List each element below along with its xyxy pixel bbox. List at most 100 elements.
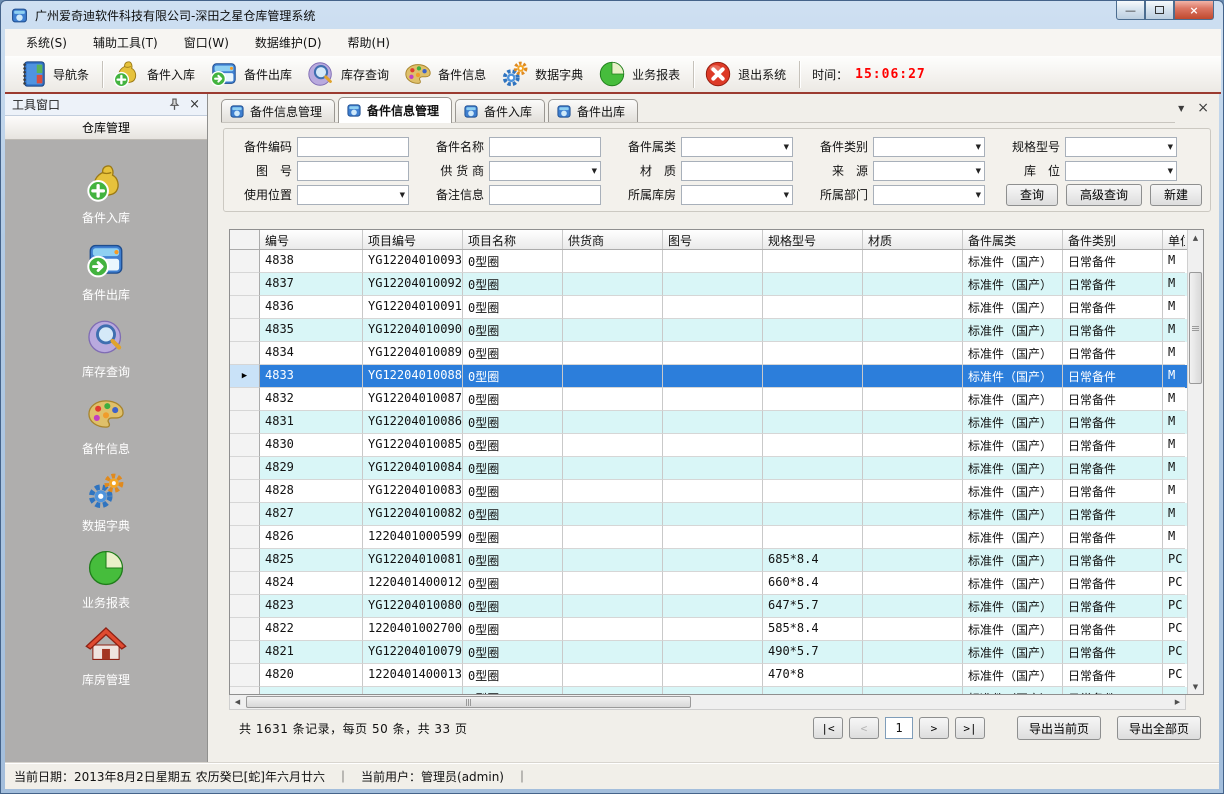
tab[interactable]: 备件出库 [548,99,638,122]
sidebar-item[interactable]: 库房管理 [82,624,130,688]
row-selector-cell[interactable] [230,664,260,687]
sidebar-item[interactable]: 业务报表 [82,547,130,611]
first-page-button[interactable]: |< [813,717,843,739]
close-button[interactable]: × [1174,1,1214,20]
pin-icon[interactable] [168,98,181,111]
table-row[interactable]: 482212204010027000型圈585*8.4标准件（国产）日常备件PC [230,618,1187,641]
sidebar-item[interactable]: 库存查询 [82,316,130,380]
row-selector-cell[interactable] [230,549,260,572]
dropdown[interactable]: ▼ [681,185,793,205]
menu-item[interactable]: 数据维护(D) [244,30,333,55]
tab[interactable]: 备件信息管理 [221,99,335,122]
row-selector-cell[interactable] [230,296,260,319]
column-header[interactable]: 材质 [863,230,963,249]
row-selector-cell[interactable] [230,641,260,664]
toolbar-button[interactable]: 备件出库 [204,57,301,91]
maximize-button[interactable] [1145,1,1174,20]
toolbar-button[interactable]: 退出系统 [698,57,795,91]
toolbar-button[interactable]: 库存查询 [301,57,398,91]
dropdown[interactable]: ▼ [873,161,985,181]
column-header[interactable]: 规格型号 [763,230,863,249]
row-selector-cell[interactable] [230,526,260,549]
row-selector-cell[interactable] [230,503,260,526]
advanced-query-button[interactable]: 高级查询 [1066,184,1142,206]
vertical-scrollbar[interactable]: ▲ ▼ [1187,230,1203,694]
table-row[interactable]: 4828YG122040100830型圈标准件（国产）日常备件M [230,480,1187,503]
table-row[interactable]: 4830YG122040100850型圈标准件（国产）日常备件M [230,434,1187,457]
column-header[interactable]: 图号 [663,230,763,249]
row-selector-cell[interactable] [230,434,260,457]
menu-item[interactable]: 窗口(W) [173,30,240,55]
dropdown[interactable]: ▼ [489,161,601,181]
text-input[interactable] [489,137,601,157]
row-selector-cell[interactable] [230,595,260,618]
table-row[interactable]: 4829YG122040100840型圈标准件（国产）日常备件M [230,457,1187,480]
table-row[interactable]: 4838YG122040100930型圈标准件（国产）日常备件M [230,250,1187,273]
table-row[interactable]: 4834YG122040100890型圈标准件（国产）日常备件M [230,342,1187,365]
sidebar-item[interactable]: 备件入库 [82,162,130,226]
row-selector-cell[interactable] [230,480,260,503]
current-page-input[interactable]: 1 [885,717,913,739]
table-row[interactable]: 4825YG122040100810型圈685*8.4标准件（国产）日常备件PC [230,549,1187,572]
scroll-up-icon[interactable]: ▲ [1188,230,1203,245]
sidebar-section-header[interactable]: 仓库管理 [5,116,207,140]
query-button[interactable]: 查询 [1006,184,1058,206]
table-row[interactable]: ▶4833YG122040100880型圈标准件（国产）日常备件M [230,365,1187,388]
table-row[interactable]: 482612204010005990型圈标准件（国产）日常备件M [230,526,1187,549]
dropdown[interactable]: ▼ [297,185,409,205]
toolbar-button[interactable]: 导航条 [13,57,98,91]
toolbar-button[interactable]: 数据字典 [495,57,592,91]
row-selector-cell[interactable] [230,273,260,296]
column-header[interactable]: 供货商 [563,230,663,249]
column-header[interactable]: 备件类别 [1063,230,1163,249]
table-row[interactable]: 482012204014000130型圈470*8标准件（国产）日常备件PC [230,664,1187,687]
next-page-button[interactable]: > [919,717,949,739]
minimize-button[interactable]: — [1116,1,1145,20]
row-selector-cell[interactable] [230,572,260,595]
scroll-down-icon[interactable]: ▼ [1188,679,1203,694]
new-button[interactable]: 新建 [1150,184,1202,206]
row-selector-cell[interactable]: ▶ [230,365,260,388]
column-header[interactable]: 备件属类 [963,230,1063,249]
row-selector-cell[interactable] [230,342,260,365]
menu-item[interactable]: 系统(S) [15,30,78,55]
column-header[interactable]: 项目名称 [463,230,563,249]
text-input[interactable] [681,161,793,181]
panel-close-icon[interactable]: × [189,98,200,111]
sidebar-item[interactable]: 数据字典 [82,470,130,534]
tab-close-icon[interactable]: × [1197,103,1209,113]
toolbar-button[interactable]: 业务报表 [592,57,689,91]
toolbar-button[interactable]: 备件入库 [107,57,204,91]
row-selector-cell[interactable] [230,411,260,434]
table-row[interactable]: 4823YG122040100800型圈647*5.7标准件（国产）日常备件PC [230,595,1187,618]
horizontal-scroll-thumb[interactable] [246,696,691,708]
dropdown[interactable]: ▼ [681,137,793,157]
sidebar-item[interactable]: 备件信息 [82,393,130,457]
table-row[interactable]: 4836YG122040100910型圈标准件（国产）日常备件M [230,296,1187,319]
table-row[interactable]: 4832YG122040100870型圈标准件（国产）日常备件M [230,388,1187,411]
tab[interactable]: 备件信息管理 [338,97,452,123]
dropdown[interactable]: ▼ [1065,137,1177,157]
column-header[interactable]: 编号 [260,230,363,249]
export-all-pages-button[interactable]: 导出全部页 [1117,716,1201,740]
previous-page-button[interactable]: < [849,717,879,739]
row-selector-cell[interactable] [230,457,260,480]
sidebar-item[interactable]: 备件出库 [82,239,130,303]
row-selector-cell[interactable] [230,388,260,411]
row-selector-cell[interactable] [230,618,260,641]
dropdown[interactable]: ▼ [1065,161,1177,181]
text-input[interactable] [297,137,409,157]
last-page-button[interactable]: >| [955,717,985,739]
horizontal-scrollbar[interactable]: ◀ ▶ [229,695,1186,710]
table-row[interactable]: 4821YG122040100790型圈490*5.7标准件（国产）日常备件PC [230,641,1187,664]
text-input[interactable] [489,185,601,205]
row-selector-cell[interactable] [230,319,260,342]
table-row[interactable]: 4827YG122040100820型圈标准件（国产）日常备件M [230,503,1187,526]
column-header[interactable]: 项目编号 [363,230,463,249]
scroll-left-icon[interactable]: ◀ [230,695,245,709]
column-header[interactable]: 单位 [1163,230,1185,249]
table-row[interactable]: 4831YG122040100860型圈标准件（国产）日常备件M [230,411,1187,434]
scroll-right-icon[interactable]: ▶ [1170,695,1185,709]
menu-item[interactable]: 辅助工具(T) [82,30,169,55]
tab[interactable]: 备件入库 [455,99,545,122]
